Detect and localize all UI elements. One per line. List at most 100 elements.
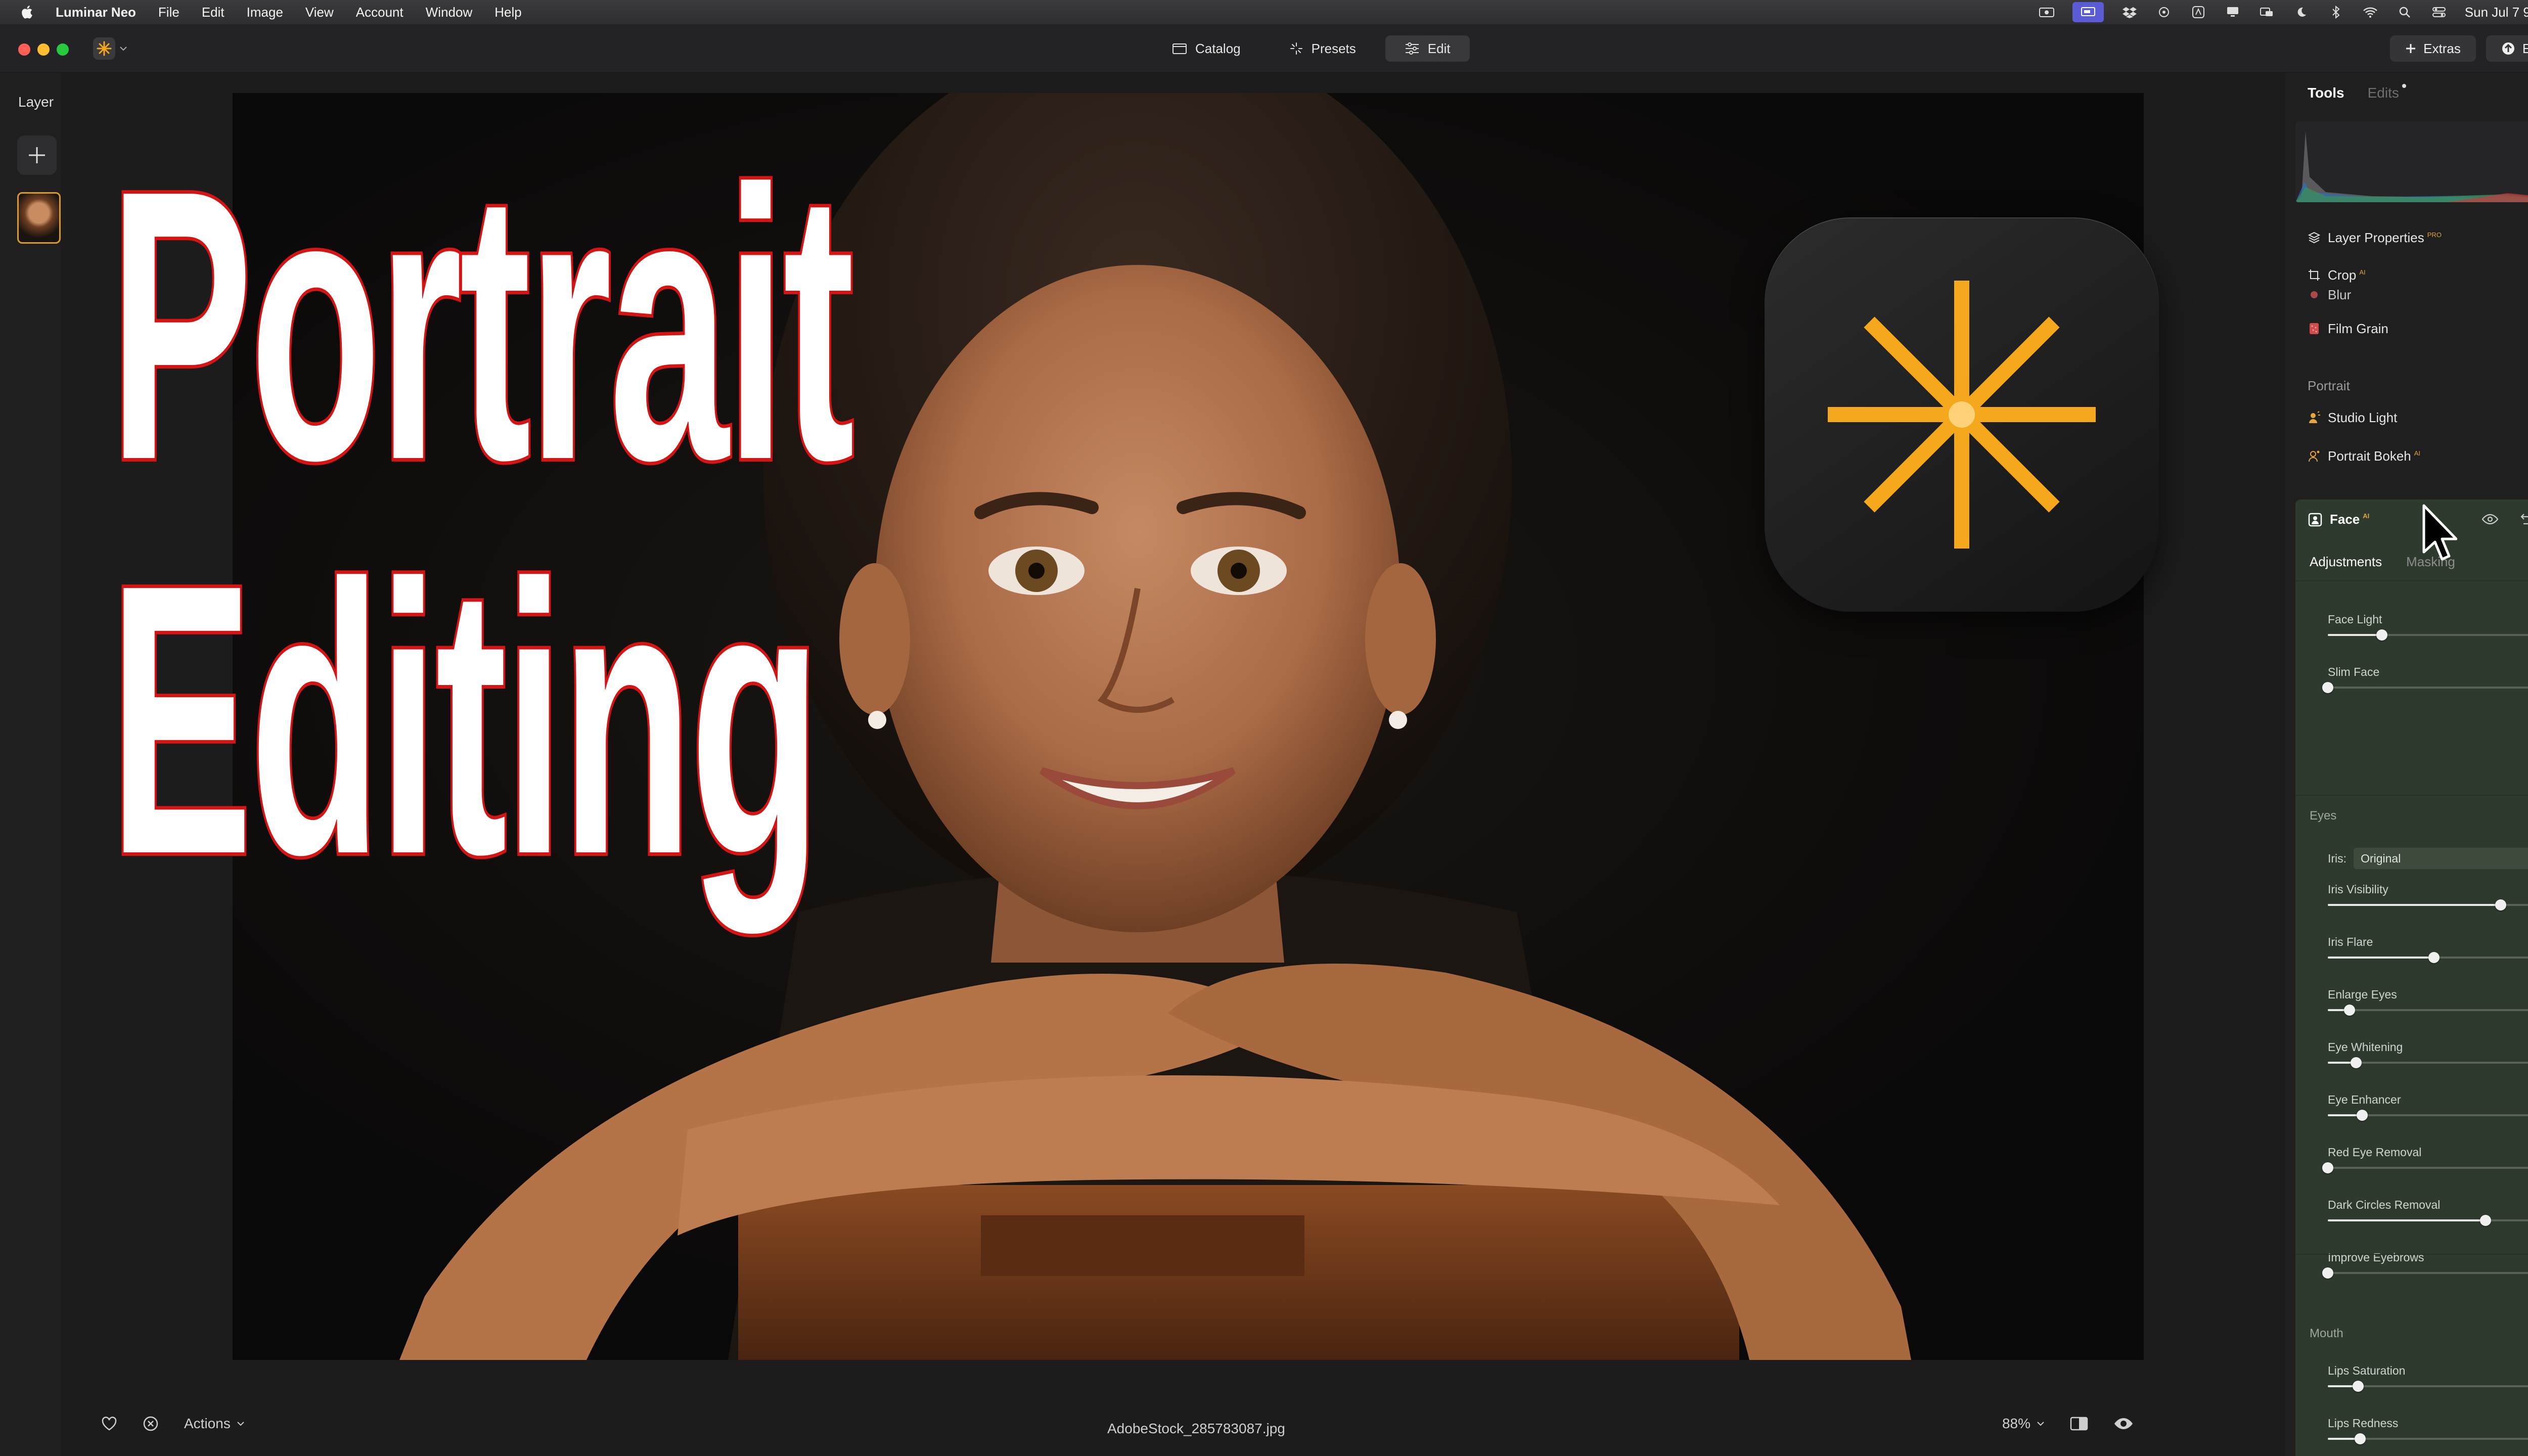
mouth-group-title: Mouth (2310, 1327, 2343, 1340)
layer-thumbnail[interactable] (17, 192, 61, 244)
spotlight-search-icon[interactable] (2396, 6, 2413, 19)
screen-record-icon[interactable] (2038, 6, 2055, 19)
tool-blur[interactable]: Blur (2308, 287, 2351, 302)
filename: AdobeStock_285783087.jpg (1107, 1421, 1285, 1436)
heart-icon[interactable] (101, 1416, 117, 1431)
ai-badge: AI (2359, 268, 2366, 276)
tool-film-grain[interactable]: Film Grain (2308, 318, 2388, 339)
slider-lips-saturation[interactable]: Lips Saturation14 (2328, 1364, 2528, 1399)
slider-label: Face Light (2328, 613, 2382, 626)
visibility-eye-icon[interactable] (2481, 511, 2499, 528)
slider-dark-circles-removal[interactable]: Dark Circles Removal73 (2328, 1198, 2528, 1234)
slider-track[interactable] (2328, 1272, 2528, 1274)
slider-knob[interactable] (2355, 1433, 2366, 1444)
image-canvas[interactable]: Portrait Editing (61, 73, 2285, 1456)
slider-improve-eyebrows[interactable]: Improve Eyebrows0 (2322, 1251, 2528, 1286)
tab-catalog[interactable]: Catalog (1153, 35, 1260, 62)
tab-presets[interactable]: Presets (1270, 35, 1375, 62)
add-layer-button[interactable] (17, 135, 57, 175)
tab-edit-label: Edit (1427, 40, 1451, 56)
menu-view[interactable]: View (305, 5, 334, 20)
tab-catalog-label: Catalog (1195, 40, 1241, 56)
eyes-group-title: Eyes (2310, 809, 2337, 823)
face-tool-title: Face (2330, 512, 2360, 527)
screen-share-icon[interactable] (2072, 2, 2104, 22)
slider-face-light[interactable]: Face Light25 (2328, 613, 2528, 648)
chevron-down-icon (237, 1422, 244, 1426)
tab-edit[interactable]: Edit (1385, 35, 1470, 62)
tool-layer-properties[interactable]: Layer Properties PRO (2308, 228, 2442, 248)
slider-knob[interactable] (2322, 1162, 2333, 1173)
slider-knob[interactable] (2352, 1381, 2364, 1392)
chevron-down-icon (120, 47, 127, 51)
menu-file[interactable]: File (158, 5, 179, 20)
slider-slim-face[interactable]: Slim Face0 (2322, 665, 2528, 701)
slider-knob[interactable] (2357, 1110, 2368, 1121)
dropbox-icon[interactable] (2121, 6, 2138, 19)
slider-eye-enhancer[interactable]: Eye Enhancer16 (2328, 1093, 2528, 1128)
slider-eye-whitening[interactable]: Eye Whitening13 (2328, 1040, 2528, 1076)
menu-account[interactable]: Account (356, 5, 403, 20)
app-status-icon[interactable] (2155, 6, 2173, 19)
slider-red-eye-removal[interactable]: Red Eye Removal0 (2322, 1146, 2528, 1181)
face-tool-header[interactable]: Face AI (2308, 512, 2369, 527)
display-icon[interactable] (2224, 6, 2241, 19)
menu-edit[interactable]: Edit (202, 5, 224, 20)
menu-image[interactable]: Image (247, 5, 283, 20)
slider-knob[interactable] (2376, 629, 2387, 641)
reject-icon[interactable] (143, 1416, 159, 1432)
battery-app-icon[interactable] (2259, 6, 2276, 19)
luminar-menu-button[interactable] (93, 35, 136, 62)
apple-icon[interactable] (20, 5, 35, 20)
slider-iris-visibility[interactable]: Iris Visibility80 (2328, 883, 2528, 918)
slider-lips-redness[interactable]: Lips Redness15 (2328, 1417, 2528, 1452)
tab-tools[interactable]: Tools (2308, 85, 2344, 101)
film-grain-icon (2308, 322, 2321, 335)
minimize-window-button[interactable] (37, 43, 50, 56)
tool-studio-light[interactable]: Studio Light (2308, 407, 2397, 428)
compare-icon[interactable] (2070, 1416, 2088, 1431)
close-window-button[interactable] (18, 43, 30, 56)
export-button[interactable]: Export (2486, 35, 2528, 62)
wifi-icon[interactable] (2362, 6, 2379, 19)
plus-icon (2406, 44, 2416, 53)
zoom-window-button[interactable] (57, 43, 69, 56)
overlay-title-line2: Editing (107, 505, 823, 934)
tab-edits[interactable]: Edits (2367, 84, 2406, 101)
reset-undo-icon[interactable] (2517, 511, 2528, 528)
slider-knob[interactable] (2322, 1267, 2333, 1279)
menu-window[interactable]: Window (426, 5, 472, 20)
slider-track[interactable] (2328, 1009, 2528, 1011)
extras-button-label: Extras (2423, 40, 2461, 56)
slider-track[interactable] (2328, 1167, 2528, 1169)
tool-crop[interactable]: Crop AI (2308, 265, 2366, 285)
control-center-icon[interactable] (2430, 6, 2448, 19)
text-app-icon[interactable] (2190, 6, 2207, 19)
slider-knob[interactable] (2495, 899, 2507, 911)
slider-knob[interactable] (2350, 1057, 2362, 1068)
slider-knob[interactable] (2480, 1215, 2492, 1226)
bottom-bar: Actions AdobeStock_285783087.jpg 88% (61, 1400, 2285, 1456)
menu-clock[interactable]: Sun Jul 7 9:49AM (2465, 5, 2528, 20)
menu-help[interactable]: Help (494, 5, 521, 20)
moon-icon[interactable] (2293, 6, 2310, 19)
slider-label: Improve Eyebrows (2328, 1251, 2424, 1264)
tab-edits-label: Edits (2367, 85, 2399, 101)
status-area: Sun Jul 7 9:49AM (2038, 0, 2528, 24)
tool-portrait-bokeh[interactable]: Portrait Bokeh AI (2308, 446, 2420, 466)
zoom-dropdown[interactable]: 88% (2002, 1416, 2045, 1432)
slider-enlarge-eyes[interactable]: Enlarge Eyes10 (2328, 988, 2528, 1023)
slider-knob[interactable] (2322, 682, 2333, 693)
menu-app-name[interactable]: Luminar Neo (56, 5, 136, 20)
iris-select[interactable]: Original (2354, 848, 2528, 869)
actions-dropdown[interactable]: Actions (184, 1416, 245, 1432)
slider-iris-flare[interactable]: Iris Flare49 (2328, 935, 2528, 971)
slider-knob[interactable] (2343, 1005, 2355, 1016)
slider-track[interactable] (2328, 687, 2528, 689)
extras-button[interactable]: Extras (2390, 35, 2476, 62)
preview-eye-icon[interactable] (2113, 1417, 2134, 1431)
bluetooth-icon[interactable] (2327, 6, 2344, 19)
slider-knob[interactable] (2428, 952, 2440, 963)
subtab-adjustments[interactable]: Adjustments (2310, 554, 2382, 570)
luminar-star-icon (1828, 281, 2096, 549)
